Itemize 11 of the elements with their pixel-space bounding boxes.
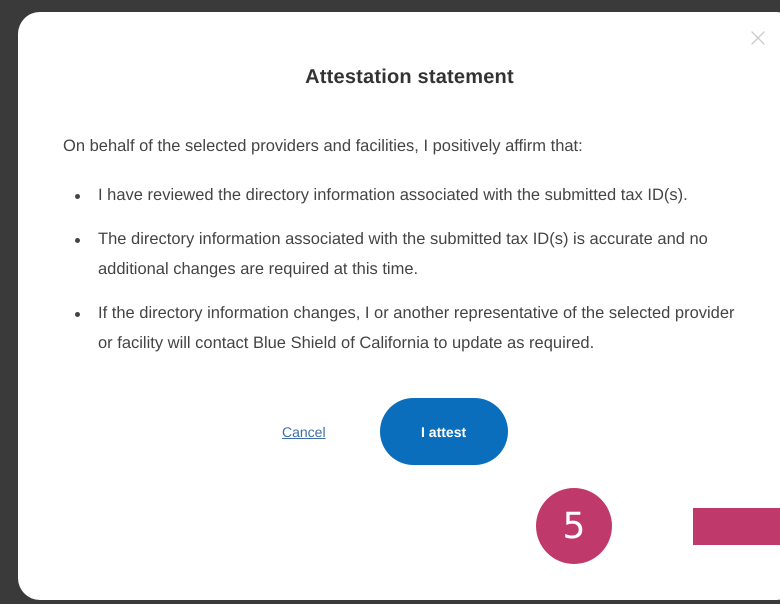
bullet-icon	[75, 312, 80, 317]
statement-text: If the directory information changes, I or another representative of the selected provider or facility will contact Blue Shield of California to update as required.	[98, 303, 736, 354]
statement-text: I have reviewed the directory information associated with the submitted tax ID(s).	[98, 185, 689, 206]
bullet-icon	[75, 238, 80, 243]
bullet-icon	[75, 194, 80, 199]
cancel-link[interactable]: Cancel	[282, 424, 326, 440]
close-icon[interactable]	[750, 30, 766, 46]
attest-button[interactable]: I attest	[380, 398, 508, 465]
intro-text: On behalf of the selected providers and facilities, I positively affirm that:	[63, 137, 584, 156]
statement-text: The directory information associated with the submitted tax ID(s) is accurate and no additional changes are required at this time.	[98, 229, 709, 280]
dialog-title: Attestation statement	[304, 66, 515, 89]
